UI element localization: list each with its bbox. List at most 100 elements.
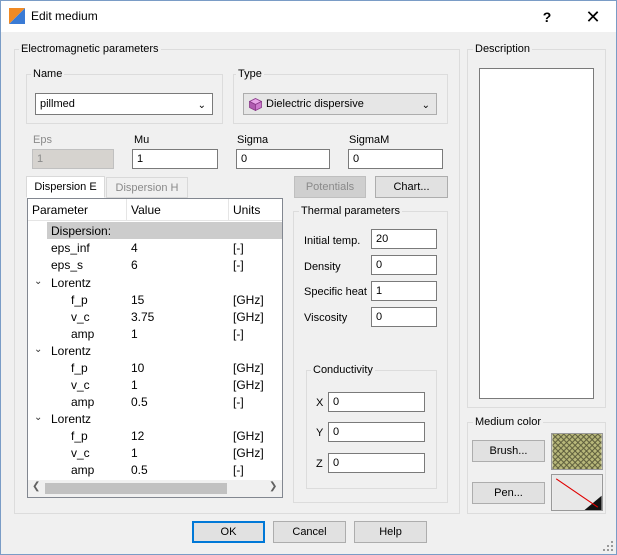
description-textarea[interactable] — [479, 68, 594, 399]
mu-label: Mu — [134, 134, 150, 146]
help-button[interactable]: Help — [354, 521, 427, 543]
row-units: [GHz] — [233, 293, 264, 307]
row-value: 1 — [131, 378, 138, 392]
sigmam-field[interactable]: 0 — [348, 149, 443, 169]
initial-temp-field[interactable]: 20 — [371, 229, 437, 249]
conductivity-x-label: X — [316, 397, 324, 409]
type-combo[interactable]: Dielectric dispersive ⌄ — [243, 93, 437, 115]
conductivity-x-field[interactable]: 0 — [328, 392, 425, 412]
tab-dispersion-h[interactable]: Dispersion H — [106, 177, 188, 198]
scrollbar-thumb[interactable] — [45, 483, 227, 494]
window-title: Edit medium — [31, 9, 98, 23]
chevron-down-icon[interactable]: ⌄ — [34, 412, 42, 423]
eps-label: Eps — [33, 134, 52, 146]
table-row[interactable]: amp 0.5 [-] — [28, 393, 282, 410]
table-row[interactable]: amp 0.5 [-] — [28, 461, 282, 478]
table-row[interactable]: v_c 1 [GHz] — [28, 444, 282, 461]
table-row[interactable]: v_c 3.75 [GHz] — [28, 308, 282, 325]
row-param: eps_inf — [51, 241, 90, 255]
scroll-left-icon[interactable]: ❮ — [32, 481, 40, 492]
row-value: 4 — [131, 241, 138, 255]
table-row[interactable]: ⌄ Lorentz — [28, 274, 282, 291]
row-units: [GHz] — [233, 378, 264, 392]
row-param: v_c — [71, 378, 90, 392]
pen-swatch[interactable] — [551, 474, 603, 511]
row-units: [GHz] — [233, 361, 264, 375]
pen-button[interactable]: Pen... — [472, 482, 545, 504]
specific-heat-field[interactable]: 1 — [371, 281, 437, 301]
row-value: 1 — [131, 327, 138, 341]
row-units: [-] — [233, 258, 244, 272]
chevron-down-icon[interactable]: ⌄ — [34, 276, 42, 287]
row-value: 1 — [131, 446, 138, 460]
context-help-button[interactable]: ? — [535, 5, 559, 29]
name-value: pillmed — [40, 98, 75, 110]
row-value: 12 — [131, 429, 145, 443]
column-header-value[interactable]: Value — [131, 203, 161, 217]
description-label: Description — [473, 43, 533, 55]
row-param: Lorentz — [51, 412, 92, 426]
mu-field[interactable]: 1 — [132, 149, 218, 169]
row-value: 6 — [131, 258, 138, 272]
row-param: amp — [71, 395, 95, 409]
table-row[interactable]: ⌄ Lorentz — [28, 342, 282, 359]
brush-swatch[interactable] — [551, 433, 603, 470]
density-field[interactable]: 0 — [371, 255, 437, 275]
row-units: [GHz] — [233, 429, 264, 443]
row-param: v_c — [71, 446, 90, 460]
row-value: 10 — [131, 361, 145, 375]
name-combo[interactable]: pillmed ⌄ — [35, 93, 213, 115]
row-units: [GHz] — [233, 310, 264, 324]
scroll-right-icon[interactable]: ❯ — [269, 481, 277, 492]
row-value: 0.5 — [131, 463, 148, 477]
chart-button[interactable]: Chart... — [375, 176, 448, 198]
table-row[interactable]: eps_inf 4 [-] — [28, 239, 282, 256]
type-value: Dielectric dispersive — [266, 98, 364, 110]
cancel-button[interactable]: Cancel — [273, 521, 346, 543]
title-bar: Edit medium ? ✕ — [1, 1, 616, 32]
horizontal-scrollbar[interactable]: ❮ ❯ — [28, 480, 282, 497]
row-units: [-] — [233, 463, 244, 477]
edit-medium-dialog: Edit medium ? ✕ Electromagnetic paramete… — [0, 0, 617, 555]
viscosity-field[interactable]: 0 — [371, 307, 437, 327]
conductivity-z-label: Z — [316, 458, 323, 470]
row-param: f_p — [71, 429, 88, 443]
ok-button[interactable]: OK — [192, 521, 265, 543]
table-row[interactable]: ⌄ Lorentz — [28, 410, 282, 427]
em-parameters-label: Electromagnetic parameters — [19, 43, 161, 55]
column-header-units[interactable]: Units — [233, 203, 260, 217]
conductivity-z-field[interactable]: 0 — [328, 453, 425, 473]
potentials-button[interactable]: Potentials — [294, 176, 366, 198]
table-row[interactable]: f_p 12 [GHz] — [28, 427, 282, 444]
column-header-parameter[interactable]: Parameter — [32, 203, 88, 217]
dispersion-tree[interactable]: Parameter Value Units Dispersion: eps_in… — [27, 198, 283, 498]
sigma-field[interactable]: 0 — [236, 149, 330, 169]
close-button[interactable]: ✕ — [579, 5, 607, 29]
table-row[interactable]: v_c 1 [GHz] — [28, 376, 282, 393]
column-divider — [126, 199, 127, 221]
conductivity-y-field[interactable]: 0 — [328, 422, 425, 442]
row-value: 15 — [131, 293, 145, 307]
table-row[interactable]: amp 1 [-] — [28, 325, 282, 342]
density-label: Density — [304, 261, 341, 273]
row-value: 0.5 — [131, 395, 148, 409]
initial-temp-label: Initial temp. — [304, 235, 361, 247]
chevron-down-icon[interactable]: ⌄ — [34, 344, 42, 355]
thermal-label: Thermal parameters — [299, 205, 403, 217]
row-param: eps_s — [51, 258, 84, 272]
table-row[interactable]: f_p 15 [GHz] — [28, 291, 282, 308]
eps-field[interactable]: 1 — [32, 149, 114, 169]
app-icon — [9, 8, 25, 24]
table-header: Parameter Value Units — [28, 199, 282, 221]
brush-button[interactable]: Brush... — [472, 440, 545, 462]
conductivity-label: Conductivity — [311, 364, 375, 376]
tab-dispersion-e[interactable]: Dispersion E — [26, 176, 105, 198]
row-param: f_p — [71, 293, 88, 307]
row-param: v_c — [71, 310, 90, 324]
resize-grip-icon[interactable] — [603, 541, 613, 551]
row-param: amp — [71, 463, 95, 477]
sigma-label: Sigma — [237, 134, 269, 146]
table-row[interactable]: f_p 10 [GHz] — [28, 359, 282, 376]
table-row[interactable]: Dispersion: — [47, 222, 282, 239]
table-row[interactable]: eps_s 6 [-] — [28, 256, 282, 273]
